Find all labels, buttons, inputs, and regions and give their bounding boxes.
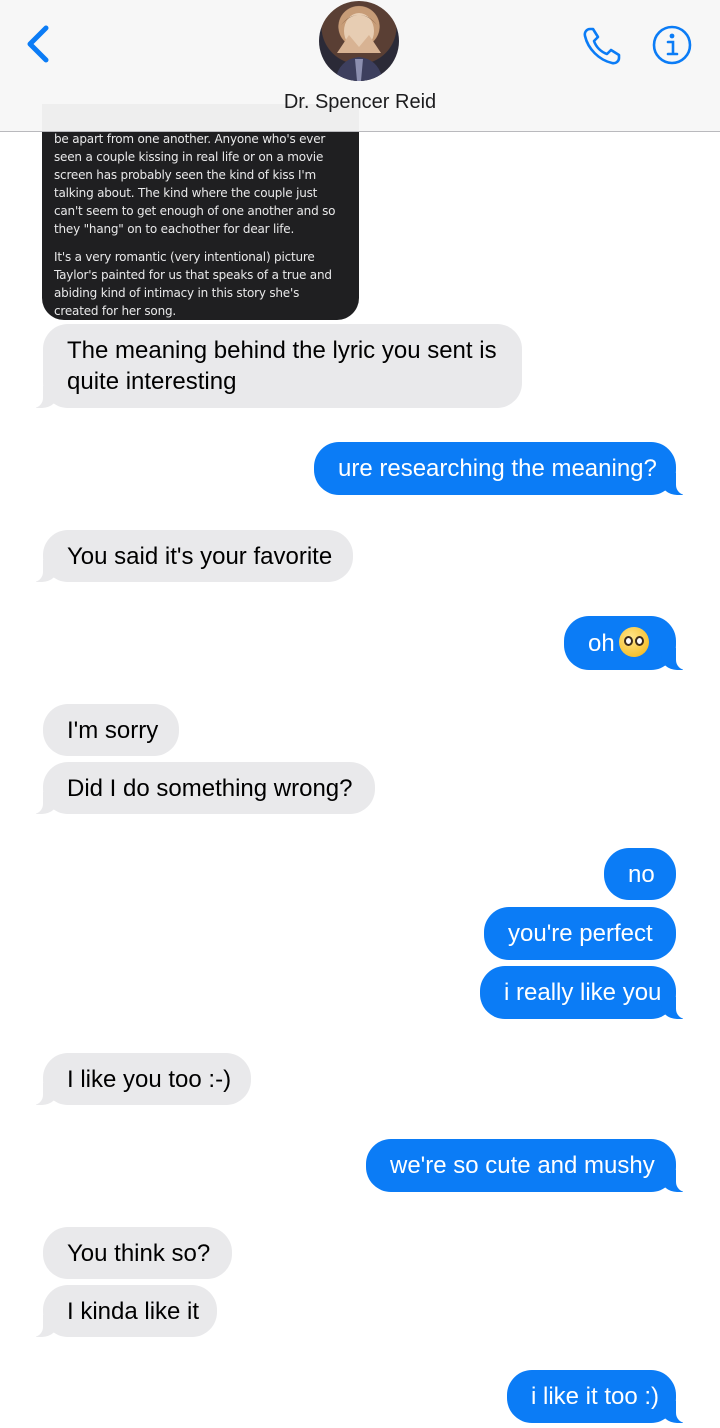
message-bubble-sent[interactable]: i really like you: [480, 966, 686, 1019]
message-text: You said it's your favorite: [67, 543, 333, 570]
message-bubble-sent[interactable]: oh: [564, 616, 686, 670]
contact-avatar[interactable]: [319, 1, 399, 81]
info-icon: [652, 25, 692, 65]
message-bubble-received[interactable]: You said it's your favorite: [33, 530, 353, 582]
pleading-face-emoji-icon: [618, 627, 649, 657]
message-text: I'm sorry: [67, 717, 159, 744]
message-text: Did I do something wrong?: [67, 775, 353, 802]
message-bubble-received[interactable]: Did I do something wrong?: [33, 762, 375, 814]
avatar-photo: [335, 13, 383, 81]
message-bubble-received[interactable]: I like you too :-): [33, 1053, 251, 1105]
conversation-header: Dr. Spencer Reid: [0, 0, 720, 132]
message-text: oh: [588, 630, 615, 657]
image-attachment[interactable]: be apart from one another. Anyone who's …: [42, 104, 359, 320]
phone-icon: [583, 27, 621, 65]
message-text: you're perfect: [508, 920, 653, 947]
message-bubble-sent[interactable]: no: [604, 848, 676, 900]
message-bubble-sent[interactable]: you're perfect: [484, 907, 676, 960]
message-bubble-received[interactable]: You think so?: [43, 1227, 232, 1279]
message-bubble-received[interactable]: I kinda like it: [33, 1285, 217, 1337]
chevron-left-icon: [27, 25, 49, 63]
message-text: i like it too :): [531, 1383, 660, 1410]
contact-name[interactable]: Dr. Spencer Reid: [0, 91, 720, 114]
info-button[interactable]: [652, 25, 692, 65]
message-bubble-received[interactable]: I'm sorry: [43, 704, 179, 756]
back-button[interactable]: [22, 22, 56, 66]
message-bubble-sent[interactable]: ure researching the meaning?: [314, 442, 686, 495]
message-text: ure researching the meaning?: [338, 455, 657, 482]
attachment-paragraph: be apart from one another. Anyone who's …: [54, 132, 336, 236]
message-bubble-sent[interactable]: i like it too :): [507, 1370, 686, 1423]
attachment-paragraph: It's a very romantic (very intentional) …: [54, 250, 332, 318]
message-text: I like you too :-): [67, 1066, 232, 1093]
message-text: no: [628, 861, 655, 888]
message-text: i really like you: [504, 979, 662, 1006]
message-text: You think so?: [67, 1240, 211, 1267]
message-bubble-sent[interactable]: we're so cute and mushy: [366, 1139, 686, 1192]
message-bubble-received[interactable]: The meaning behind the lyric you sent is…: [33, 324, 522, 408]
message-text: I kinda like it: [67, 1298, 200, 1325]
message-text: The meaning behind the lyric you sent is…: [67, 337, 497, 395]
message-text: we're so cute and mushy: [390, 1152, 655, 1179]
call-button[interactable]: [581, 25, 623, 67]
